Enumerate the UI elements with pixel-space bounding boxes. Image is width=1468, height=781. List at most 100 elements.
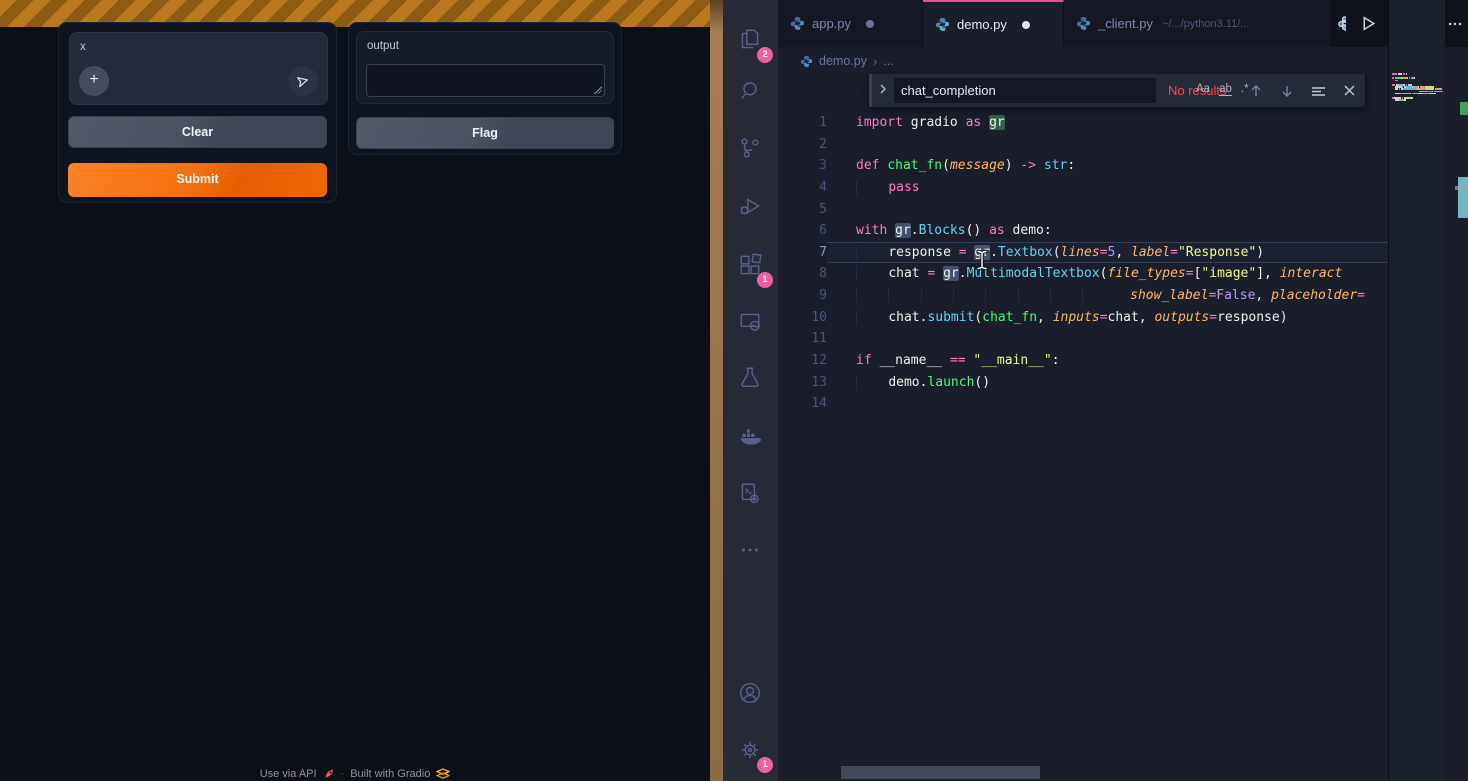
gradio-footer: Use via API · Built with Gradio bbox=[0, 768, 710, 780]
footer-separator: · bbox=[341, 768, 345, 780]
python-icon bbox=[790, 16, 805, 31]
tab-app-py[interactable]: app.py bbox=[778, 0, 923, 47]
sidebar-item-run-config[interactable] bbox=[730, 474, 770, 514]
breadcrumb-symbol[interactable]: ... bbox=[883, 54, 893, 68]
minimap-line bbox=[1403, 88, 1417, 90]
code-line[interactable]: chat.submit(chat_fn, inputs=chat, output… bbox=[827, 307, 1388, 329]
minimap-line bbox=[1418, 93, 1422, 95]
code-line[interactable] bbox=[827, 134, 1388, 156]
gradio-app-pane: x + Clear Submit output Flag Use via API bbox=[0, 0, 710, 781]
python-icon bbox=[935, 17, 950, 32]
find-widget: Aa ab .* No results bbox=[868, 74, 1366, 108]
remote-explorer-icon bbox=[737, 309, 763, 335]
tab-client-py[interactable]: _client.py ~/.../python3.11/... bbox=[1064, 0, 1332, 47]
sidebar-item-explorer[interactable]: 2 bbox=[730, 20, 770, 60]
output-textbox: output bbox=[356, 31, 614, 104]
code-settings-icon bbox=[737, 481, 763, 507]
built-with-gradio-link[interactable]: Built with Gradio bbox=[350, 768, 430, 780]
extensions-badge: 1 bbox=[757, 272, 773, 288]
breadcrumb-file[interactable]: demo.py bbox=[819, 54, 867, 68]
previous-match-button[interactable] bbox=[1249, 84, 1263, 98]
sidebar-item-remote-explorer[interactable] bbox=[730, 302, 770, 342]
code-line[interactable]: pass bbox=[827, 177, 1388, 199]
line-number: 13 bbox=[778, 372, 827, 394]
sidebar-item-source-control[interactable] bbox=[730, 128, 770, 168]
find-in-selection-button[interactable] bbox=[1311, 84, 1326, 98]
code-line[interactable]: chat = gr.MultimodalTextbox(file_types=[… bbox=[827, 263, 1388, 285]
code-line[interactable] bbox=[827, 328, 1388, 350]
code-line[interactable]: def chat_fn(message) -> str: bbox=[827, 155, 1388, 177]
sidebar-item-extensions[interactable]: 1 bbox=[730, 245, 770, 285]
run-file-button[interactable] bbox=[1360, 15, 1377, 32]
code-line[interactable]: with gr.Blocks() as demo: bbox=[827, 220, 1388, 242]
line-number: 11 bbox=[778, 328, 827, 350]
tab-label: demo.py bbox=[957, 17, 1007, 32]
multimodal-textbox[interactable]: x + bbox=[69, 32, 328, 105]
use-via-api-link[interactable]: Use via API bbox=[260, 768, 317, 780]
minimap-line bbox=[1429, 93, 1436, 95]
sidebar-item-search[interactable] bbox=[730, 71, 770, 111]
breadcrumb: demo.py › ... bbox=[800, 50, 894, 72]
code-editor[interactable]: 1import gradio as gr23def chat_fn(messag… bbox=[778, 112, 1388, 432]
minimap-line bbox=[1398, 73, 1403, 75]
line-number: 5 bbox=[778, 199, 827, 221]
output-textarea[interactable] bbox=[366, 64, 605, 97]
minimap-line bbox=[1392, 73, 1397, 75]
code-line[interactable]: demo.launch() bbox=[827, 372, 1388, 394]
flag-button[interactable]: Flag bbox=[356, 117, 614, 149]
submit-button[interactable]: Submit bbox=[68, 163, 327, 197]
sidebar-item-docker[interactable] bbox=[730, 417, 770, 457]
code-line[interactable]: if __name__ == "__main__": bbox=[827, 350, 1388, 372]
screen: x + Clear Submit output Flag Use via API bbox=[0, 0, 1468, 781]
desktop-wallpaper-strip bbox=[710, 0, 723, 781]
sidebar-item-testing[interactable] bbox=[730, 358, 770, 398]
output-column-panel: output Flag bbox=[348, 22, 622, 155]
attach-file-button[interactable]: + bbox=[79, 66, 109, 96]
find-options: Aa ab .* bbox=[1196, 83, 1249, 96]
minimap[interactable] bbox=[1388, 0, 1445, 781]
tab-path: ~/.../python3.11/... bbox=[1162, 18, 1250, 30]
code-line[interactable]: show_label=False, placeholder= bbox=[827, 285, 1388, 307]
whole-word-toggle[interactable]: ab bbox=[1219, 83, 1232, 96]
minimap-line bbox=[1392, 97, 1394, 99]
tab-demo-py[interactable]: demo.py bbox=[923, 0, 1064, 47]
send-icon bbox=[295, 73, 312, 90]
sidebar-item-more-views[interactable] bbox=[730, 530, 770, 570]
match-case-toggle[interactable]: Aa bbox=[1196, 83, 1210, 96]
sidebar-item-settings[interactable]: 1 bbox=[730, 730, 770, 770]
code-line[interactable]: import gradio as gr bbox=[827, 112, 1388, 134]
minimap-line bbox=[1406, 73, 1408, 75]
run-debug-icon bbox=[737, 193, 763, 219]
modified-dot bbox=[1022, 21, 1030, 29]
sidebar-item-account[interactable] bbox=[730, 673, 770, 713]
ellipsis-icon bbox=[737, 537, 763, 563]
source-control-icon bbox=[737, 135, 763, 161]
code-line[interactable] bbox=[827, 393, 1388, 415]
line-number: 6 bbox=[778, 220, 827, 242]
toggle-replace-button[interactable] bbox=[872, 82, 894, 100]
clear-button[interactable]: Clear bbox=[68, 116, 327, 148]
python-icon bbox=[800, 55, 813, 68]
minimap-line bbox=[1414, 77, 1415, 79]
horizontal-scrollbar[interactable] bbox=[841, 766, 1040, 779]
overview-ruler[interactable] bbox=[1445, 0, 1468, 781]
explorer-badge: 2 bbox=[757, 47, 773, 63]
line-number: 4 bbox=[778, 177, 827, 199]
editor-tab-bar: app.py demo.py _client.py ~/.../python3.… bbox=[778, 0, 1468, 47]
sidebar-item-run-debug[interactable] bbox=[730, 186, 770, 226]
highlight-mark bbox=[1458, 177, 1468, 218]
minimap-line bbox=[1395, 80, 1398, 82]
code-line[interactable]: response = gr.Textbox(lines=5, label="Re… bbox=[827, 242, 1388, 264]
line-number: 9 bbox=[778, 285, 827, 307]
regex-toggle[interactable]: .* bbox=[1241, 83, 1249, 96]
minimap-line bbox=[1392, 77, 1394, 79]
find-input[interactable] bbox=[894, 78, 1156, 103]
close-icon[interactable] bbox=[1343, 84, 1356, 97]
line-number: 10 bbox=[778, 307, 827, 329]
search-icon bbox=[737, 78, 763, 104]
next-match-button[interactable] bbox=[1280, 84, 1294, 98]
tab-label: app.py bbox=[812, 16, 851, 31]
send-button[interactable] bbox=[288, 66, 318, 96]
find-nav bbox=[1249, 84, 1356, 98]
code-line[interactable] bbox=[827, 199, 1388, 221]
